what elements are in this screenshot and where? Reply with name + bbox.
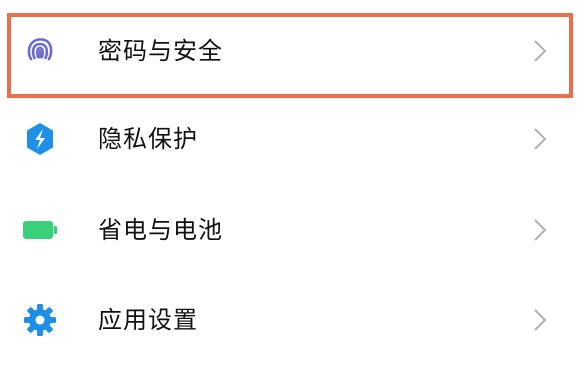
privacy-shield-icon — [22, 121, 58, 157]
fingerprint-icon — [22, 33, 58, 69]
settings-item-battery[interactable]: 省电与电池 — [0, 185, 588, 275]
settings-item-password-security[interactable]: 密码与安全 — [0, 6, 588, 96]
gear-icon — [22, 302, 58, 338]
chevron-right-icon — [532, 217, 548, 243]
settings-item-label: 密码与安全 — [98, 37, 223, 65]
settings-item-privacy[interactable]: 隐私保护 — [0, 94, 588, 184]
settings-item-app-settings[interactable]: 应用设置 — [0, 275, 588, 365]
settings-item-label: 应用设置 — [98, 306, 198, 334]
settings-item-label: 隐私保护 — [98, 125, 198, 153]
settings-item-label: 省电与电池 — [98, 216, 223, 244]
chevron-right-icon — [532, 126, 548, 152]
settings-list: 密码与安全 隐私保护 省电与电池 应用设置 — [0, 0, 588, 366]
battery-icon — [22, 212, 58, 248]
chevron-right-icon — [532, 307, 548, 333]
chevron-right-icon — [532, 38, 548, 64]
